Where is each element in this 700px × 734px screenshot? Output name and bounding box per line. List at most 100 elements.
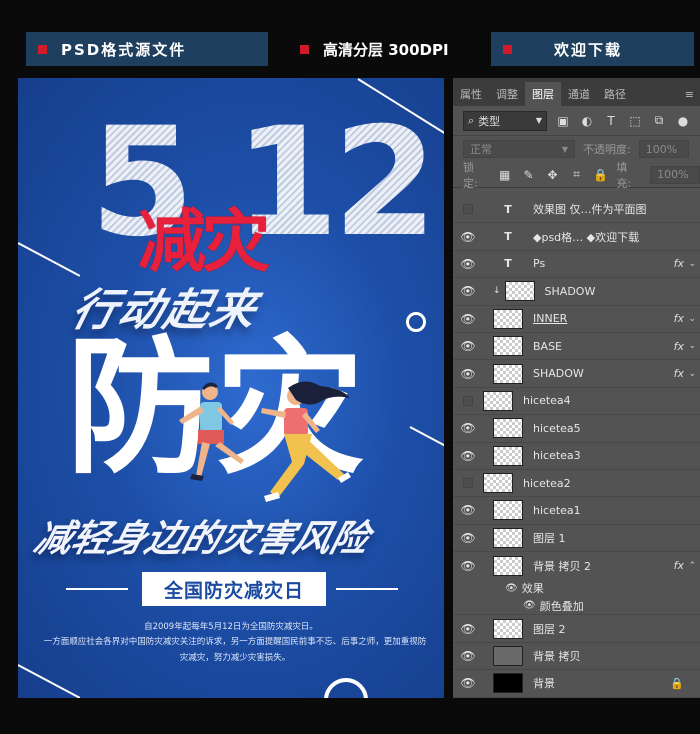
layer-thumbnail xyxy=(493,527,523,548)
fill-label: 填充: xyxy=(616,160,632,190)
layer-row[interactable]: 👁 背景 拷贝 2 fx ⌃ xyxy=(453,552,700,579)
layer-row[interactable]: 👁 BASE fx ⌄ xyxy=(453,333,700,361)
layer-effect-item[interactable]: 👁 颜色叠加 xyxy=(453,597,700,616)
layers-panel: 属性 调整 图层 通道 路径 ≡ ⌕ 类型 ▼ ▣ ◐ T ⬚ ⧉ ● 正常 ▼ 不透… xyxy=(453,78,700,698)
filter-type-icon[interactable]: T xyxy=(603,114,619,128)
eye-icon[interactable]: 👁 xyxy=(453,339,483,353)
chevron-down-icon[interactable]: ⌄ xyxy=(688,369,696,379)
lock-artboard-icon[interactable]: ⌗ xyxy=(569,167,585,182)
filter-kind-select[interactable]: ⌕ 类型 ▼ xyxy=(463,110,547,131)
layer-row[interactable]: 👁 图层 2 xyxy=(453,615,700,643)
eye-icon[interactable]: 👁 xyxy=(453,312,483,326)
layer-row[interactable]: 👁 背景 拷贝 xyxy=(453,643,700,671)
text-layer-icon: T xyxy=(504,202,512,216)
decor-line-right xyxy=(409,426,444,457)
chevron-down-icon[interactable]: ⌄ xyxy=(688,314,696,324)
layer-row[interactable]: 👁 图层 1 xyxy=(453,525,700,553)
layer-thumbnail xyxy=(483,473,513,494)
eye-icon[interactable]: 👁 xyxy=(453,503,483,517)
layer-list: T 效果图 仅…件为平面图 👁 T ◆psd格… ◆欢迎下载 👁 T Ps fx ⌄ 👁 ↓ SH… xyxy=(453,196,700,698)
visibility-toggle[interactable] xyxy=(463,395,473,406)
lock-paint-icon[interactable]: ✎ xyxy=(521,168,537,182)
fx-icon[interactable]: fx xyxy=(674,367,684,380)
fx-icon[interactable]: fx xyxy=(674,312,684,325)
decor-line-bottom xyxy=(18,664,81,698)
layer-row[interactable]: 👁 T Ps fx ⌄ xyxy=(453,251,700,279)
eye-icon[interactable]: 👁 xyxy=(453,559,483,573)
eye-icon[interactable]: 👁 xyxy=(453,449,483,463)
layer-name: hicetea4 xyxy=(523,394,571,408)
fx-icon[interactable]: fx xyxy=(674,257,684,270)
tab-paths[interactable]: 路径 xyxy=(597,82,633,106)
layer-name: hicetea3 xyxy=(533,449,581,463)
blend-mode-select[interactable]: 正常 ▼ xyxy=(463,140,575,158)
runners-illustration xyxy=(179,381,351,502)
layer-row[interactable]: 👁 背景 🔒 xyxy=(453,670,700,698)
eye-icon[interactable]: 👁 xyxy=(453,649,483,663)
chevron-down-icon[interactable]: ⌄ xyxy=(688,341,696,351)
eye-icon[interactable]: 👁 xyxy=(523,600,536,611)
layer-row[interactable]: 👁 T ◆psd格… ◆欢迎下载 xyxy=(453,223,700,251)
poster-slogan: 减轻身边的灾害风险 xyxy=(29,517,374,560)
eye-icon[interactable]: 👁 xyxy=(505,583,518,594)
layer-row[interactable]: 👁 ↓ SHADOW xyxy=(453,278,700,306)
eye-icon[interactable]: 👁 xyxy=(453,622,483,636)
layer-thumbnail xyxy=(493,646,523,667)
layer-thumbnail xyxy=(504,281,535,302)
tab-adjustments[interactable]: 调整 xyxy=(489,82,525,106)
panel-menu-icon[interactable]: ≡ xyxy=(679,82,700,106)
eye-icon[interactable]: 👁 xyxy=(453,257,483,271)
filter-adjustment-icon[interactable]: ◐ xyxy=(579,114,595,128)
chevron-up-icon[interactable]: ⌃ xyxy=(688,561,696,571)
layer-name: 背景 拷贝 xyxy=(533,650,581,664)
fill-field[interactable]: 100% xyxy=(650,165,700,184)
filter-toggle-icon[interactable]: ● xyxy=(675,114,691,128)
layer-row[interactable]: hicetea4 xyxy=(453,388,700,416)
tab-layers[interactable]: 图层 xyxy=(525,82,561,106)
layer-effects-row[interactable]: 👁 效果 xyxy=(453,579,700,597)
lock-row: 锁定: ▦ ✎ ✥ ⌗ 🔒 填充: 100% xyxy=(453,160,700,190)
eye-icon[interactable]: 👁 xyxy=(453,531,483,545)
layer-row[interactable]: 👁 hicetea1 xyxy=(453,497,700,525)
layer-row[interactable]: 👁 hicetea5 xyxy=(453,415,700,443)
fx-icon[interactable]: fx xyxy=(674,559,684,572)
eye-icon[interactable]: 👁 xyxy=(453,367,483,381)
filter-shape-icon[interactable]: ⬚ xyxy=(627,114,643,128)
filter-pixel-icon[interactable]: ▣ xyxy=(555,114,571,128)
opacity-field[interactable]: 100% xyxy=(638,140,689,158)
layer-name: SHADOW xyxy=(544,284,596,298)
layer-row[interactable]: 👁 hicetea3 xyxy=(453,443,700,470)
lock-transparent-icon[interactable]: ▦ xyxy=(497,168,513,182)
lock-move-icon[interactable]: ✥ xyxy=(545,168,561,182)
opacity-value: 100% xyxy=(645,142,678,156)
layer-name: hicetea1 xyxy=(533,503,581,517)
eye-icon[interactable]: 👁 xyxy=(453,230,483,244)
text-layer-icon: T xyxy=(504,257,512,271)
layer-row[interactable]: 👁 INNER fx ⌄ xyxy=(453,306,700,333)
filter-smart-icon[interactable]: ⧉ xyxy=(651,113,667,128)
eye-icon[interactable]: 👁 xyxy=(453,676,483,690)
layer-name: 图层 1 xyxy=(533,531,566,545)
layer-row[interactable]: hicetea2 xyxy=(453,470,700,498)
decor-ring-icon xyxy=(406,312,426,332)
tab-properties[interactable]: 属性 xyxy=(453,82,489,106)
poster-note-line1: 自2009年起每年5月12日为全国防灾减灾日。 xyxy=(144,622,318,632)
visibility-toggle[interactable] xyxy=(463,204,473,215)
lock-all-icon[interactable]: 🔒 xyxy=(592,168,608,182)
layer-name: 背景 xyxy=(533,677,555,691)
layer-thumbnail xyxy=(493,308,523,329)
visibility-toggle[interactable] xyxy=(463,478,473,489)
fx-icon[interactable]: fx xyxy=(674,340,684,353)
layer-name: BASE xyxy=(533,339,563,353)
tab-channels[interactable]: 通道 xyxy=(561,82,597,106)
layer-row[interactable]: T 效果图 仅…件为平面图 xyxy=(453,196,700,224)
search-icon: ⌕ xyxy=(468,113,475,127)
eye-icon[interactable]: 👁 xyxy=(453,421,483,435)
chevron-down-icon: ▼ xyxy=(561,144,568,154)
layer-name: ◆psd格… ◆欢迎下载 xyxy=(533,230,640,244)
effect-item-label: 颜色叠加 xyxy=(539,599,584,613)
poster-day-label: 全国防灾减灾日 xyxy=(142,572,326,606)
chevron-down-icon[interactable]: ⌄ xyxy=(688,259,696,269)
eye-icon[interactable]: 👁 xyxy=(453,284,483,298)
layer-row[interactable]: 👁 SHADOW fx ⌄ xyxy=(453,360,700,388)
